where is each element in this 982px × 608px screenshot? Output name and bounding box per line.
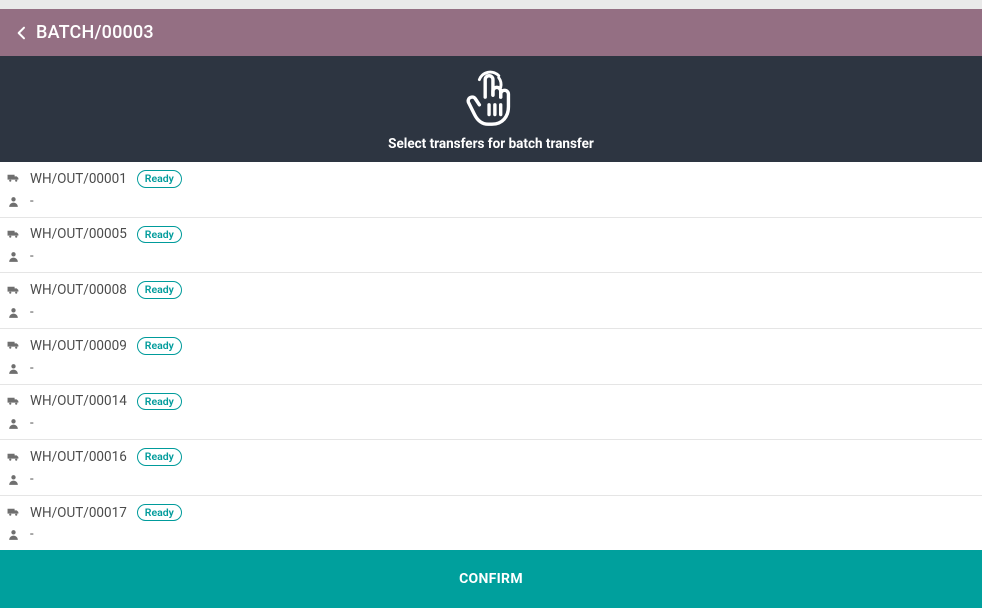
partner-name: - xyxy=(30,194,34,209)
transfer-name: WH/OUT/00014 xyxy=(30,393,127,409)
confirm-button[interactable]: CONFIRM xyxy=(0,550,982,608)
transfer-item[interactable]: WH/OUT/00009 Ready - xyxy=(0,329,982,385)
status-badge: Ready xyxy=(137,226,182,244)
transfer-item[interactable]: WH/OUT/00005 Ready - xyxy=(0,218,982,274)
transfer-row-main: WH/OUT/00005 Ready xyxy=(6,226,976,244)
transfer-item[interactable]: WH/OUT/00001 Ready - xyxy=(0,162,982,218)
transfer-row-main: WH/OUT/00014 Ready xyxy=(6,393,976,411)
status-badge: Ready xyxy=(137,504,182,522)
status-badge: Ready xyxy=(137,281,182,299)
partner-name: - xyxy=(30,361,34,376)
user-icon xyxy=(6,250,20,263)
transfer-list: WH/OUT/00001 Ready - WH/OUT/00005 Ready … xyxy=(0,162,982,550)
truck-icon xyxy=(6,339,20,352)
back-button[interactable] xyxy=(8,9,36,56)
transfer-row-partner: - xyxy=(6,472,976,487)
status-badge: Ready xyxy=(137,170,182,188)
transfer-row-main: WH/OUT/00017 Ready xyxy=(6,504,976,522)
transfer-item[interactable]: WH/OUT/00017 Ready - xyxy=(0,496,982,550)
truck-icon xyxy=(6,451,20,464)
partner-name: - xyxy=(30,472,34,487)
confirm-label: CONFIRM xyxy=(459,571,523,587)
chevron-left-icon xyxy=(14,25,30,41)
transfer-row-partner: - xyxy=(6,416,976,431)
user-icon xyxy=(6,417,20,430)
transfer-row-main: WH/OUT/00008 Ready xyxy=(6,281,976,299)
user-icon xyxy=(6,362,20,375)
user-icon xyxy=(6,195,20,208)
partner-name: - xyxy=(30,305,34,320)
page-title: BATCH/00003 xyxy=(36,22,154,43)
user-icon xyxy=(6,473,20,486)
user-icon xyxy=(6,306,20,319)
truck-icon xyxy=(6,284,20,297)
page-header: BATCH/00003 xyxy=(0,9,982,56)
status-badge: Ready xyxy=(137,393,182,411)
truck-icon xyxy=(6,395,20,408)
user-icon xyxy=(6,528,20,541)
truck-icon xyxy=(6,228,20,241)
tap-hand-icon xyxy=(460,68,522,130)
transfer-row-partner: - xyxy=(6,361,976,376)
content-scroll[interactable]: Select transfers for batch transfer WH/O… xyxy=(0,56,982,550)
transfer-item[interactable]: WH/OUT/00016 Ready - xyxy=(0,440,982,496)
transfer-row-partner: - xyxy=(6,305,976,320)
transfer-name: WH/OUT/00001 xyxy=(30,171,127,187)
transfer-name: WH/OUT/00017 xyxy=(30,505,127,521)
status-badge: Ready xyxy=(137,337,182,355)
truck-icon xyxy=(6,506,20,519)
partner-name: - xyxy=(30,527,34,542)
transfer-row-partner: - xyxy=(6,194,976,209)
transfer-row-main: WH/OUT/00001 Ready xyxy=(6,170,976,188)
partner-name: - xyxy=(30,249,34,264)
transfer-item[interactable]: WH/OUT/00008 Ready - xyxy=(0,273,982,329)
partner-name: - xyxy=(30,416,34,431)
transfer-row-main: WH/OUT/00009 Ready xyxy=(6,337,976,355)
transfer-item[interactable]: WH/OUT/00014 Ready - xyxy=(0,385,982,441)
transfer-row-partner: - xyxy=(6,527,976,542)
truck-icon xyxy=(6,172,20,185)
transfer-name: WH/OUT/00008 xyxy=(30,282,127,298)
instruction-text: Select transfers for batch transfer xyxy=(0,136,982,152)
transfer-name: WH/OUT/00009 xyxy=(30,338,127,354)
transfer-name: WH/OUT/00016 xyxy=(30,449,127,465)
instruction-banner: Select transfers for batch transfer xyxy=(0,56,982,162)
transfer-row-main: WH/OUT/00016 Ready xyxy=(6,448,976,466)
transfer-row-partner: - xyxy=(6,249,976,264)
status-badge: Ready xyxy=(137,448,182,466)
transfer-name: WH/OUT/00005 xyxy=(30,226,127,242)
top-strip xyxy=(0,0,982,9)
